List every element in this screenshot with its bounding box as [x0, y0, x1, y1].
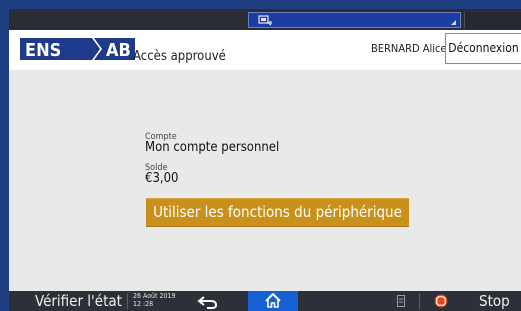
- ens-ab-logo: ENS AB: [20, 38, 135, 60]
- screen-icon: [258, 15, 272, 26]
- expand-corner-icon: [451, 20, 456, 25]
- datetime: 26 Août 2019 12 :28: [133, 292, 176, 308]
- balance-value: €3,00: [145, 171, 179, 186]
- stop-icon[interactable]: [434, 294, 448, 308]
- svg-text:ENS: ENS: [25, 40, 61, 60]
- document-icon: [397, 295, 405, 307]
- bottom-bar: Vérifier l'état 26 Août 2019 12 :28 Stop: [9, 291, 521, 311]
- system-message-area[interactable]: [248, 12, 461, 28]
- check-status-button[interactable]: Vérifier l'état: [35, 292, 122, 310]
- system-strip: [9, 9, 521, 30]
- user-name: BERNARD Alice: [371, 42, 447, 55]
- logout-button[interactable]: Déconnexion: [445, 33, 521, 64]
- access-status: Accès approuvé: [133, 49, 226, 64]
- divider: [127, 293, 128, 309]
- account-value: Mon compte personnel: [145, 140, 280, 155]
- main-panel: Compte Mon compte personnel Solde €3,00 …: [9, 70, 521, 291]
- svg-text:AB: AB: [106, 40, 131, 60]
- home-button[interactable]: [248, 291, 298, 311]
- use-device-functions-button[interactable]: Utiliser les fonctions du périphérique: [146, 198, 409, 226]
- home-icon: [265, 293, 281, 308]
- date-text: 26 Août 2019: [133, 292, 176, 300]
- system-strip-right: [464, 12, 521, 28]
- divider: [419, 293, 420, 309]
- stop-button[interactable]: Stop: [479, 292, 510, 310]
- header: ENS AB Accès approuvé BERNARD Alice Déco…: [9, 30, 521, 70]
- back-arrow-icon[interactable]: [197, 293, 219, 309]
- time-text: 12 :28: [133, 300, 154, 308]
